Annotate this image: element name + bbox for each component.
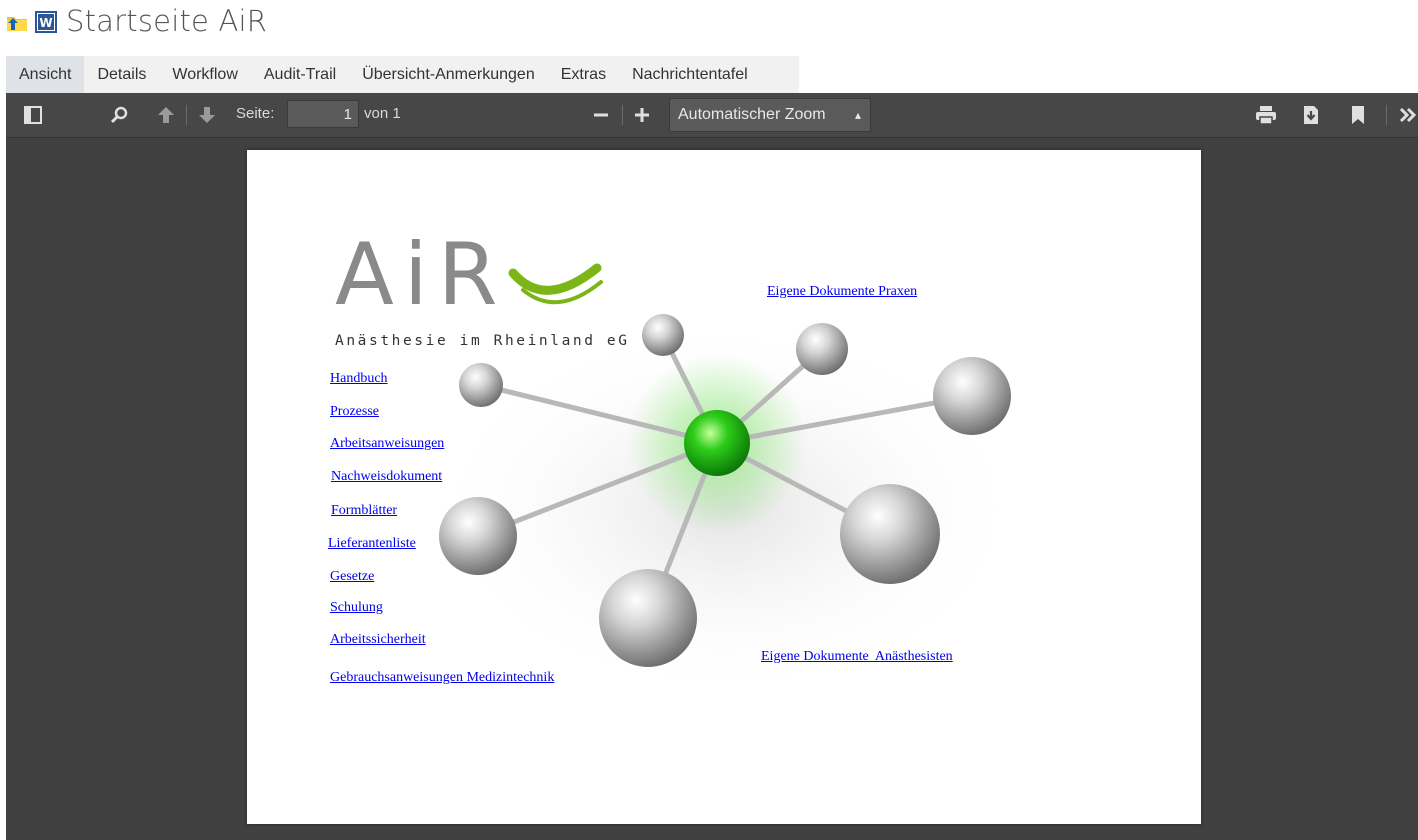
zoom-select-value: Automatischer Zoom [678, 106, 826, 123]
tab-workflow[interactable]: Workflow [159, 56, 251, 93]
download-icon [1304, 106, 1318, 124]
previous-page-button[interactable] [153, 101, 179, 129]
download-button[interactable] [1298, 101, 1324, 129]
page-total: von 1 [364, 105, 401, 122]
link-eigene-dokumente-anaesthesisten[interactable]: Eigene Dokumente Anästhesisten [761, 649, 953, 665]
toolbar-separator [186, 105, 187, 125]
bookmark-icon [1352, 106, 1364, 124]
air-logo: AiR [335, 228, 603, 318]
toolbar-separator [622, 105, 623, 125]
search-icon [110, 106, 128, 124]
link-formblaetter[interactable]: Formblätter [331, 503, 397, 519]
more-tools-icon [1399, 107, 1417, 123]
link-nachweisdokument[interactable]: Nachweisdokument [331, 469, 442, 485]
select-arrows-icon: ▴ [854, 108, 861, 122]
zoom-in-icon [635, 108, 649, 122]
link-prozesse[interactable]: Prozesse [330, 404, 379, 420]
document-page: AiR Anästhesie im Rheinland eG Handbuch … [247, 150, 1201, 824]
page-title: Startseite AiR [66, 4, 268, 38]
pdf-viewer: Seite: von 1 Automatischer Zoom ▴ [6, 93, 1418, 840]
next-page-icon [199, 107, 215, 123]
link-arbeitssicherheit[interactable]: Arbeitssicherheit [330, 632, 426, 648]
bookmark-button[interactable] [1345, 101, 1371, 129]
zoom-in-button[interactable] [629, 101, 655, 129]
zoom-select[interactable]: Automatischer Zoom ▴ [669, 98, 871, 132]
folder-up-icon[interactable] [6, 12, 28, 32]
print-button[interactable] [1252, 101, 1280, 129]
more-tools-button[interactable] [1398, 101, 1418, 129]
search-button[interactable] [106, 101, 132, 129]
tab-extras[interactable]: Extras [548, 56, 619, 93]
tab-nachrichtentafel[interactable]: Nachrichtentafel [619, 56, 761, 93]
link-gebrauchsanweisungen-medizintechnik[interactable]: Gebrauchsanweisungen Medizintechnik [330, 670, 554, 686]
previous-page-icon [158, 107, 174, 123]
zoom-out-icon [594, 113, 608, 117]
tab-bar: Ansicht Details Workflow Audit-Trail Übe… [6, 56, 799, 93]
link-handbuch[interactable]: Handbuch [330, 371, 388, 387]
viewer-toolbar: Seite: von 1 Automatischer Zoom ▴ [6, 93, 1418, 138]
zoom-out-button[interactable] [588, 101, 614, 129]
next-page-button[interactable] [194, 101, 220, 129]
logo-text: AiR [335, 228, 507, 318]
tab-ansicht[interactable]: Ansicht [6, 56, 85, 93]
print-icon [1256, 106, 1276, 125]
word-document-icon: W [35, 11, 57, 33]
svg-text:W: W [39, 16, 52, 30]
tab-details[interactable]: Details [84, 56, 159, 93]
logo-subtitle: Anästhesie im Rheinland eG [335, 333, 630, 349]
sidebar-toggle-icon [24, 106, 42, 124]
window-header: W Startseite AiR [0, 0, 1418, 56]
sidebar-toggle-button[interactable] [20, 101, 46, 129]
toolbar-separator [1386, 105, 1387, 125]
tab-audit-trail[interactable]: Audit-Trail [251, 56, 349, 93]
link-schulung[interactable]: Schulung [330, 600, 383, 616]
link-gesetze[interactable]: Gesetze [330, 569, 374, 585]
network-illustration [427, 314, 1027, 700]
page-number-input[interactable] [287, 100, 359, 128]
link-eigene-dokumente-praxen[interactable]: Eigene Dokumente Praxen [767, 284, 917, 300]
tab-uebersicht-anmerkungen[interactable]: Übersicht-Anmerkungen [349, 56, 548, 93]
page-label: Seite: [236, 105, 275, 122]
link-lieferantenliste[interactable]: Lieferantenliste [328, 536, 416, 552]
link-arbeitsanweisungen[interactable]: Arbeitsanweisungen [330, 436, 444, 452]
logo-swoosh-icon [508, 263, 602, 295]
